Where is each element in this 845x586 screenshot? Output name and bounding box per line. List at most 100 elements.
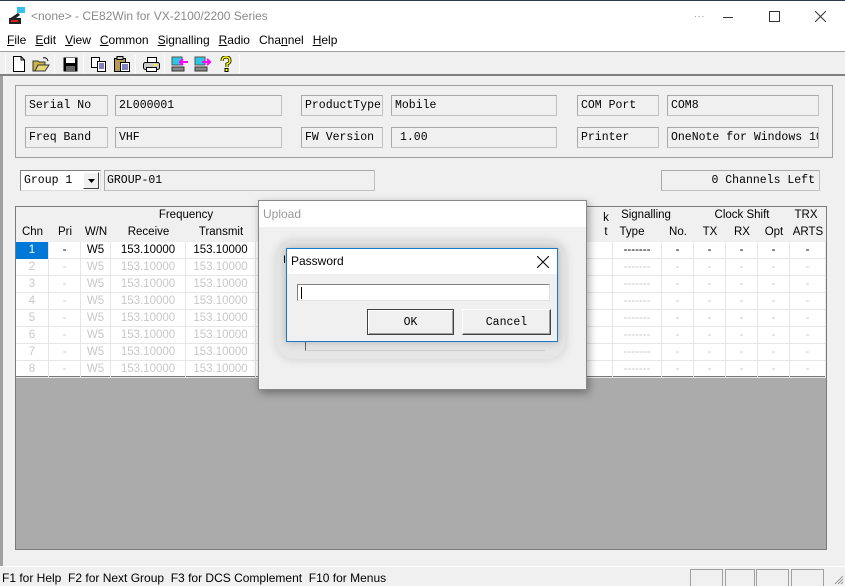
cell-receive[interactable]: 153.10000 bbox=[111, 361, 186, 378]
cell-wn[interactable]: W5 bbox=[81, 276, 111, 293]
download-to-radio-button[interactable] bbox=[192, 54, 214, 74]
cell-sig-type[interactable]: ------- bbox=[613, 310, 662, 327]
menu-edit[interactable]: Edit bbox=[31, 31, 61, 51]
cell-chn[interactable]: 6 bbox=[16, 327, 49, 344]
cell-wn[interactable]: W5 bbox=[81, 293, 111, 310]
cell-sig-no[interactable]: - bbox=[662, 259, 694, 276]
col-clock-rx[interactable]: RX bbox=[726, 226, 758, 238]
cell-wn[interactable]: W5 bbox=[81, 327, 111, 344]
cell-cs-opt[interactable]: - bbox=[758, 361, 790, 378]
cell-sig-type[interactable]: ------- bbox=[613, 327, 662, 344]
cell-sig-no[interactable]: - bbox=[662, 293, 694, 310]
cell-wn[interactable]: W5 bbox=[81, 344, 111, 361]
menu-radio[interactable]: Radio bbox=[215, 31, 255, 51]
cell-arts[interactable]: - bbox=[790, 293, 826, 310]
cell-cs-rx[interactable]: - bbox=[726, 242, 758, 259]
cell-wn[interactable]: W5 bbox=[81, 259, 111, 276]
radio-programmer-icon[interactable] bbox=[8, 7, 26, 25]
col-signalling-type[interactable]: Type bbox=[613, 226, 651, 238]
cell-transmit[interactable]: 153.10000 bbox=[186, 361, 256, 378]
menu-channel[interactable]: Channel bbox=[255, 31, 309, 51]
cell-sig-type[interactable]: ------- bbox=[613, 259, 662, 276]
cell-arts[interactable]: - bbox=[790, 327, 826, 344]
cell-receive[interactable]: 153.10000 bbox=[111, 293, 186, 310]
col-arts[interactable]: ARTS bbox=[790, 226, 826, 238]
cell-transmit[interactable]: 153.10000 bbox=[186, 344, 256, 361]
paste-button[interactable] bbox=[111, 54, 133, 74]
cell-sig-no[interactable]: - bbox=[662, 242, 694, 259]
menu-view[interactable]: View bbox=[61, 31, 96, 51]
cell-sig-type[interactable]: ------- bbox=[613, 361, 662, 378]
cell-arts[interactable]: - bbox=[790, 310, 826, 327]
password-close-button[interactable] bbox=[533, 252, 553, 272]
cell-receive[interactable]: 153.10000 bbox=[111, 310, 186, 327]
cell-cs-opt[interactable]: - bbox=[758, 293, 790, 310]
cell-sig-type[interactable]: ------- bbox=[613, 276, 662, 293]
cell-cs-opt[interactable]: - bbox=[758, 242, 790, 259]
ok-button[interactable]: OK bbox=[367, 309, 454, 335]
col-clock-opt[interactable]: Opt bbox=[758, 226, 790, 238]
cell-pri[interactable]: - bbox=[49, 259, 81, 276]
group-select[interactable]: Group 1 bbox=[20, 170, 101, 191]
cell-sig-no[interactable]: - bbox=[662, 344, 694, 361]
cell-cs-tx[interactable]: - bbox=[694, 310, 726, 327]
cell-sig-no[interactable]: - bbox=[662, 327, 694, 344]
cell-cs-rx[interactable]: - bbox=[726, 344, 758, 361]
cell-transmit[interactable]: 153.10000 bbox=[186, 242, 256, 259]
cell-pri[interactable]: - bbox=[49, 327, 81, 344]
col-pri[interactable]: Pri bbox=[49, 226, 81, 238]
cell-pri[interactable]: - bbox=[49, 242, 81, 259]
cell-arts[interactable]: - bbox=[790, 361, 826, 378]
cell-receive[interactable]: 153.10000 bbox=[111, 344, 186, 361]
cell-cs-opt[interactable]: - bbox=[758, 327, 790, 344]
cell-cs-rx[interactable]: - bbox=[726, 259, 758, 276]
cell-wn[interactable]: W5 bbox=[81, 242, 111, 259]
cell-chn[interactable]: 4 bbox=[16, 293, 49, 310]
cell-cs-tx[interactable]: - bbox=[694, 242, 726, 259]
cell-sig-type[interactable]: ------- bbox=[613, 344, 662, 361]
dropdown-button[interactable] bbox=[83, 172, 99, 189]
cell-cs-opt[interactable]: - bbox=[758, 344, 790, 361]
cell-chn[interactable]: 2 bbox=[16, 259, 49, 276]
cell-transmit[interactable]: 153.10000 bbox=[186, 327, 256, 344]
col-receive[interactable]: Receive bbox=[111, 226, 186, 238]
close-button[interactable] bbox=[797, 2, 843, 31]
cell-transmit[interactable]: 153.10000 bbox=[186, 259, 256, 276]
cell-sig-type[interactable]: ------- bbox=[613, 293, 662, 310]
cell-receive[interactable]: 153.10000 bbox=[111, 242, 186, 259]
menu-signalling[interactable]: Signalling bbox=[154, 31, 215, 51]
cell-pri[interactable]: - bbox=[49, 310, 81, 327]
cell-transmit[interactable]: 153.10000 bbox=[186, 276, 256, 293]
cell-pri[interactable]: - bbox=[49, 361, 81, 378]
cell-sig-no[interactable]: - bbox=[662, 361, 694, 378]
cell-chn[interactable]: 3 bbox=[16, 276, 49, 293]
cell-chn[interactable]: 7 bbox=[16, 344, 49, 361]
cell-sig-no[interactable]: - bbox=[662, 310, 694, 327]
col-clock-tx[interactable]: TX bbox=[694, 226, 726, 238]
new-file-button[interactable] bbox=[8, 54, 30, 74]
col-wn[interactable]: W/N bbox=[81, 226, 111, 238]
save-button[interactable] bbox=[59, 54, 81, 74]
cell-sig-type[interactable]: ------- bbox=[613, 242, 662, 259]
cell-sig-no[interactable]: - bbox=[662, 276, 694, 293]
cell-wn[interactable]: W5 bbox=[81, 310, 111, 327]
menu-file[interactable]: File bbox=[3, 31, 31, 51]
col-transmit[interactable]: Transmit bbox=[186, 226, 256, 238]
copy-button[interactable] bbox=[88, 54, 110, 74]
cell-cs-rx[interactable]: - bbox=[726, 276, 758, 293]
col-chn[interactable]: Chn bbox=[16, 226, 49, 238]
open-button[interactable] bbox=[30, 54, 52, 74]
cell-cs-rx[interactable]: - bbox=[726, 310, 758, 327]
menu-help[interactable]: Help bbox=[309, 31, 343, 51]
cell-cs-opt[interactable]: - bbox=[758, 310, 790, 327]
minimize-button[interactable] bbox=[705, 2, 751, 31]
col-signalling-no[interactable]: No. bbox=[662, 226, 694, 238]
cell-wn[interactable]: W5 bbox=[81, 361, 111, 378]
resize-grip-icon[interactable] bbox=[832, 573, 844, 585]
cancel-button[interactable]: Cancel bbox=[462, 309, 551, 335]
cell-receive[interactable]: 153.10000 bbox=[111, 259, 186, 276]
print-button[interactable] bbox=[140, 54, 162, 74]
cell-cs-rx[interactable]: - bbox=[726, 361, 758, 378]
menu-common[interactable]: Common bbox=[96, 31, 154, 51]
cell-cs-tx[interactable]: - bbox=[694, 276, 726, 293]
